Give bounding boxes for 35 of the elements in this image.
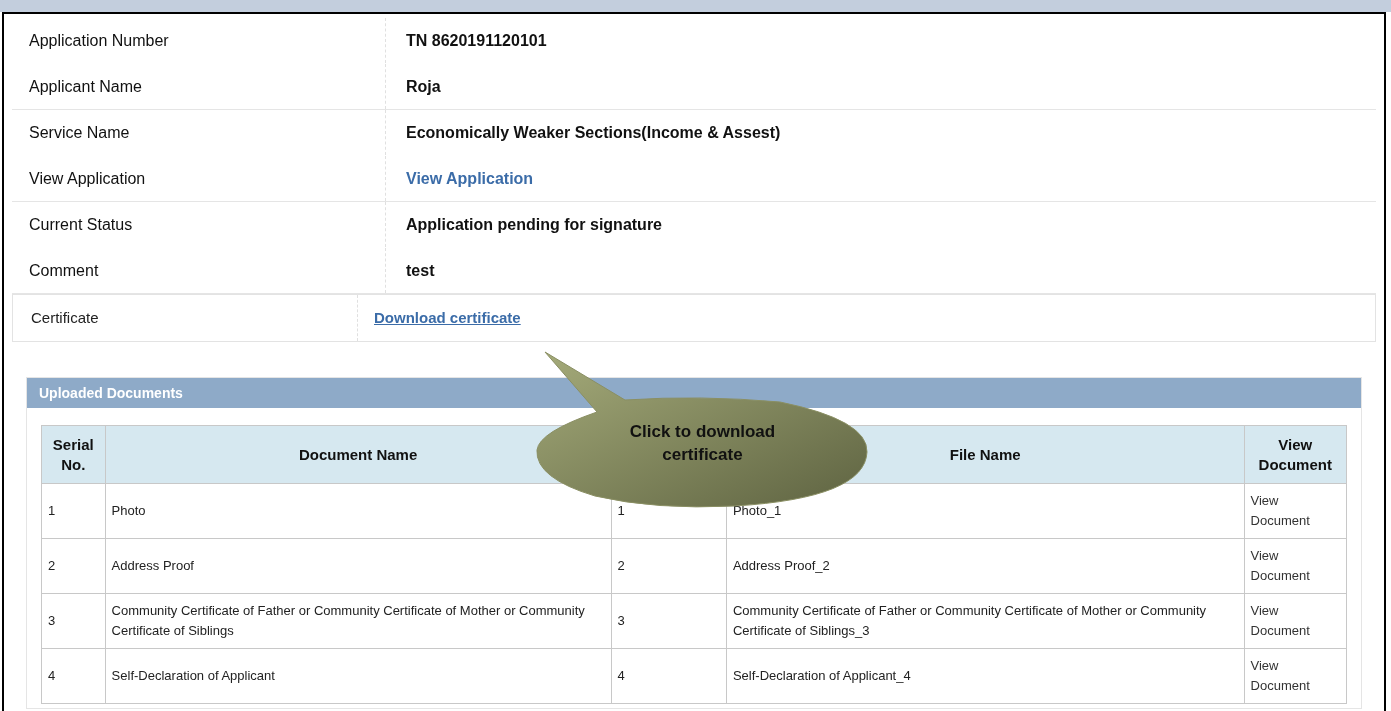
view-document-link[interactable]: View Document [1244, 648, 1347, 704]
field-value: Economically Weaker Sections(Income & Assest) [406, 123, 781, 141]
view-document-link[interactable]: View Document [1244, 593, 1347, 649]
column-header: View Document [1244, 425, 1347, 484]
table-cell: 3 [41, 593, 106, 649]
view-document-link[interactable]: View Document [1244, 483, 1347, 539]
table-cell: Self-Declaration of Applicant_4 [726, 648, 1245, 704]
field-label: Current Status [29, 214, 133, 235]
table-cell: 4 [41, 648, 106, 704]
view-application-link[interactable]: View Application [406, 169, 534, 187]
field-value: Application pending for signature [406, 215, 662, 233]
table-cell: Address Proof [105, 538, 612, 594]
field-value: test [406, 261, 435, 279]
table-cell: 4 [611, 648, 727, 704]
table-cell: Address Proof_2 [726, 538, 1245, 594]
table-cell: Community Certificate of Father or Community Certificate of Mother or Community Certificate of Siblings [105, 593, 612, 649]
table-cell: 3 [611, 593, 727, 649]
table-cell: 2 [41, 538, 106, 594]
view-document-link[interactable]: View Document [1244, 538, 1347, 594]
field-value: TN 8620191120101 [406, 31, 547, 49]
field-label: Certificate [31, 307, 99, 328]
table-cell: Community Certificate of Father or Community Certificate of Mother or Community Certificate of Siblings_3 [726, 593, 1245, 649]
table-cell: Self-Declaration of Applicant [105, 648, 612, 704]
table-cell: 2 [611, 538, 727, 594]
field-label: Service Name [29, 122, 130, 143]
field-label: View Application [29, 168, 146, 189]
field-label: Applicant Name [29, 76, 142, 97]
field-label: Comment [29, 260, 99, 281]
field-value: Roja [406, 77, 441, 95]
column-header: Serial No. [41, 425, 106, 484]
download-certificate-link[interactable]: Download certificate [374, 306, 521, 330]
callout-text: Click to download certificate [628, 421, 777, 466]
panel-header: Uploaded Documents [27, 378, 1361, 408]
field-label: Application Number [29, 30, 169, 51]
table-cell: 1 [41, 483, 106, 539]
